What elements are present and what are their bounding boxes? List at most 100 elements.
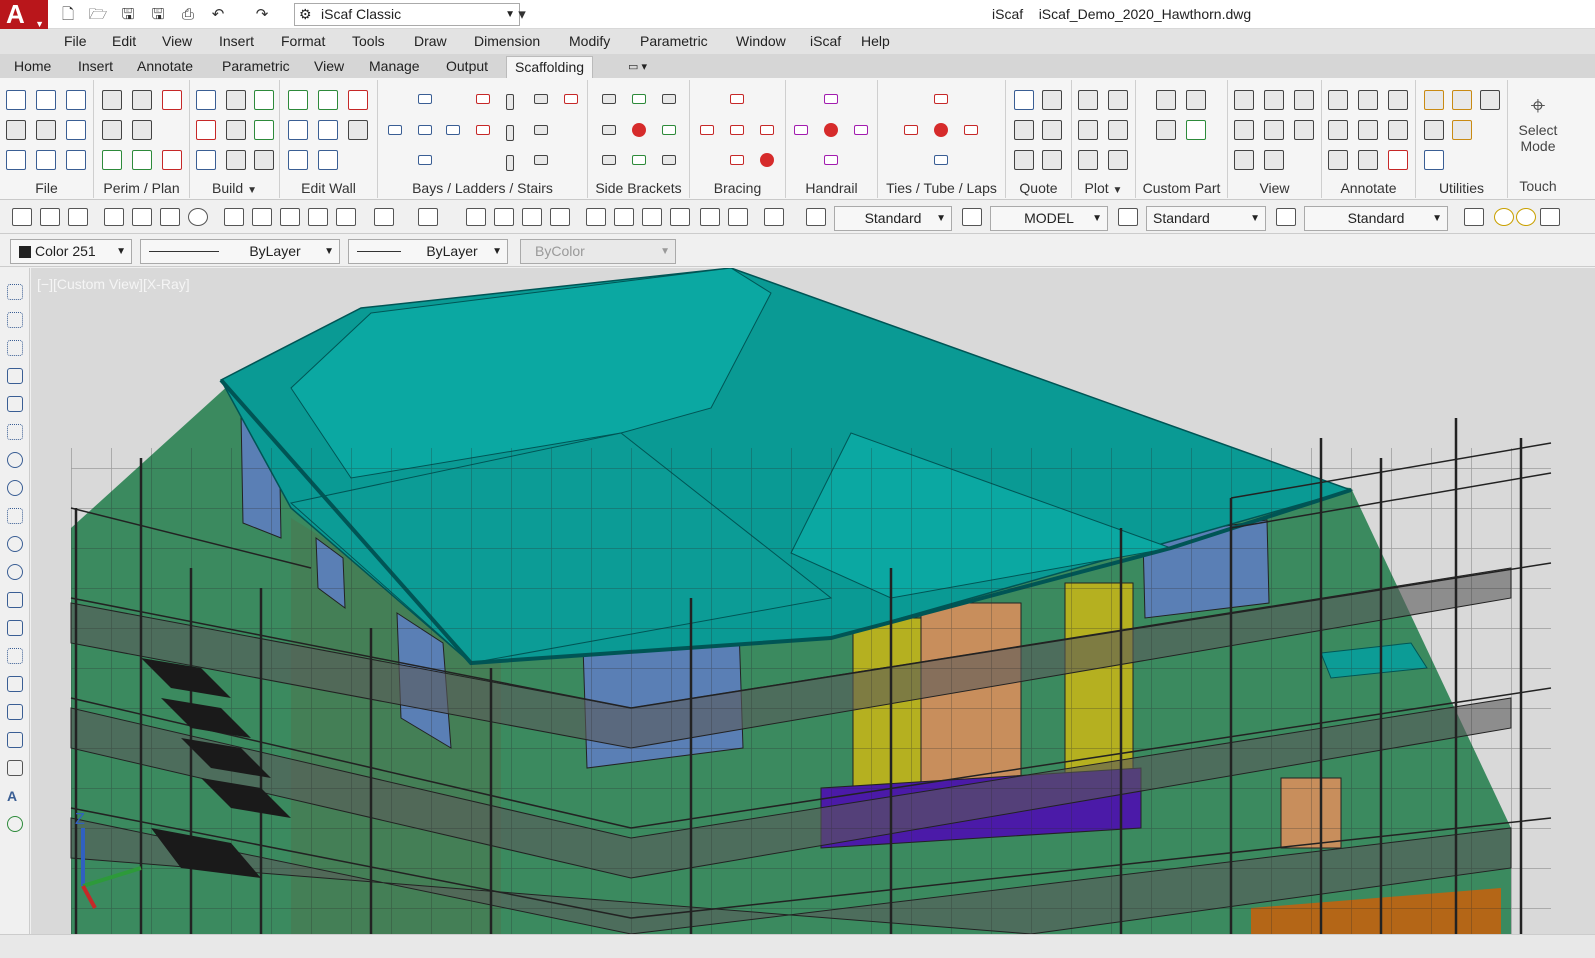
tie-right-icon[interactable]: [964, 125, 978, 135]
bracket-8-icon[interactable]: [662, 155, 676, 165]
save-icon[interactable]: 🖫: [116, 4, 140, 25]
bracket-1-icon[interactable]: [602, 94, 616, 104]
undo-icon[interactable]: ↶: [206, 4, 230, 25]
model-viewport[interactable]: Z [−][Custom View][X-Ray]: [31, 268, 1595, 934]
tab-scaffolding[interactable]: Scaffolding: [506, 56, 594, 78]
zoom-previous-icon[interactable]: [550, 208, 570, 226]
menu-dimension[interactable]: Dimension: [474, 33, 540, 49]
rectangle-icon[interactable]: [7, 396, 23, 412]
color-dropdown[interactable]: Color 251 ▼: [10, 239, 132, 264]
move-icon[interactable]: [1480, 90, 1500, 110]
link-icon[interactable]: [196, 120, 216, 140]
new-icon[interactable]: [6, 90, 26, 110]
redo-icon[interactable]: [418, 208, 438, 226]
construction-line-icon[interactable]: [7, 312, 23, 328]
remove-brace-icon[interactable]: [760, 153, 774, 167]
menu-tools[interactable]: Tools: [352, 33, 385, 49]
copy-icon[interactable]: [252, 208, 272, 226]
open-web-icon[interactable]: [66, 90, 86, 110]
make-block-icon[interactable]: [7, 620, 23, 636]
plot-3-icon[interactable]: [1078, 120, 1098, 140]
open-icon[interactable]: [36, 90, 56, 110]
menu-format[interactable]: Format: [281, 33, 325, 49]
save-as-icon[interactable]: 🖫: [146, 4, 170, 25]
menu-view[interactable]: View: [162, 33, 192, 49]
stairs-icon[interactable]: [226, 150, 246, 170]
custom-part-2-icon[interactable]: [1186, 90, 1206, 110]
tie-left-icon[interactable]: [904, 125, 918, 135]
plot-4-icon[interactable]: [1108, 120, 1128, 140]
handrail-bottom-icon[interactable]: [824, 155, 838, 165]
polygon-icon[interactable]: [7, 368, 23, 384]
application-menu-button[interactable]: A ▼: [0, 0, 48, 29]
linetype-dropdown[interactable]: ByLayer ▼: [140, 239, 340, 264]
offset-icon[interactable]: [102, 150, 122, 170]
panel-label[interactable]: Plot ▼: [1072, 180, 1135, 196]
new-icon[interactable]: [12, 208, 32, 226]
spline-icon[interactable]: [7, 508, 23, 524]
ladder-icon[interactable]: [506, 94, 514, 110]
bay-left-icon[interactable]: [388, 125, 402, 135]
tab-insert[interactable]: Insert: [78, 58, 113, 74]
print-icon[interactable]: ⎙: [176, 4, 200, 25]
view-top-icon[interactable]: [1294, 90, 1314, 110]
stair-3-icon[interactable]: [534, 155, 548, 165]
tab-manage[interactable]: Manage: [369, 58, 420, 74]
quote-select-icon[interactable]: [1014, 90, 1034, 110]
lap-icon[interactable]: [934, 155, 948, 165]
text-style-dropdown[interactable]: Standard ▼: [834, 206, 952, 231]
menu-edit[interactable]: Edit: [112, 33, 136, 49]
menu-draw[interactable]: Draw: [414, 33, 447, 49]
lineweight-dropdown[interactable]: ByLayer ▼: [348, 239, 508, 264]
printer-icon[interactable]: [1108, 150, 1128, 170]
brace-diag-icon[interactable]: [730, 125, 744, 135]
view-back-icon[interactable]: [1264, 150, 1284, 170]
match-icon[interactable]: [1452, 90, 1472, 110]
tool-palettes-icon[interactable]: [642, 208, 662, 226]
arc-icon[interactable]: [7, 424, 23, 440]
workspace-dropdown[interactable]: ⚙ iScaf Classic ▼: [294, 3, 520, 26]
brace-right-icon[interactable]: [760, 125, 774, 135]
measure-icon[interactable]: [1424, 90, 1444, 110]
elevation-icon[interactable]: [196, 150, 216, 170]
menu-parametric[interactable]: Parametric: [640, 33, 708, 49]
build-3-icon[interactable]: [254, 90, 274, 110]
custom-part-3-icon[interactable]: [1156, 120, 1176, 140]
add-selected-icon[interactable]: [7, 816, 23, 832]
layout-3-icon[interactable]: [66, 150, 86, 170]
handrail-left-icon[interactable]: [794, 125, 808, 135]
save-icon[interactable]: [6, 120, 26, 140]
view-front-icon[interactable]: [1234, 90, 1254, 110]
text-icon[interactable]: [1328, 90, 1348, 110]
plot-5-icon[interactable]: [1078, 150, 1098, 170]
remove-handrail-icon[interactable]: [824, 123, 838, 137]
sheet-set-icon[interactable]: [670, 208, 690, 226]
new-file-icon[interactable]: 🗋: [56, 4, 80, 25]
layout-style-icon[interactable]: [962, 208, 982, 226]
layer-properties-icon[interactable]: [1464, 208, 1484, 226]
save-icon[interactable]: [68, 208, 88, 226]
viewport-controls-label[interactable]: [−][Custom View][X-Ray]: [37, 276, 190, 292]
settings-icon[interactable]: [1452, 120, 1472, 140]
open-file-icon[interactable]: 🗁: [86, 4, 110, 25]
redo-icon[interactable]: ↷: [250, 4, 274, 25]
bay-up-icon[interactable]: [418, 94, 432, 104]
continue-dim-icon[interactable]: [1358, 150, 1378, 170]
bracket-6-icon[interactable]: [602, 155, 616, 165]
tube-icon[interactable]: [934, 94, 948, 104]
insert-block-icon[interactable]: [7, 592, 23, 608]
grid-icon[interactable]: [66, 120, 86, 140]
quote-edit-icon[interactable]: [1042, 90, 1062, 110]
markup-icon[interactable]: [700, 208, 720, 226]
layer-lock-icon[interactable]: [1540, 208, 1560, 226]
bracket-5-icon[interactable]: [662, 125, 676, 135]
corner-icon[interactable]: [254, 150, 274, 170]
help-icon[interactable]: [764, 208, 784, 226]
merge-icon[interactable]: [318, 120, 338, 140]
sun-icon[interactable]: [1516, 208, 1536, 226]
properties-icon[interactable]: [586, 208, 606, 226]
delete-wall-icon[interactable]: [348, 90, 368, 110]
build-icon[interactable]: [196, 90, 216, 110]
raise-icon[interactable]: [288, 150, 308, 170]
save-as-icon[interactable]: [36, 120, 56, 140]
